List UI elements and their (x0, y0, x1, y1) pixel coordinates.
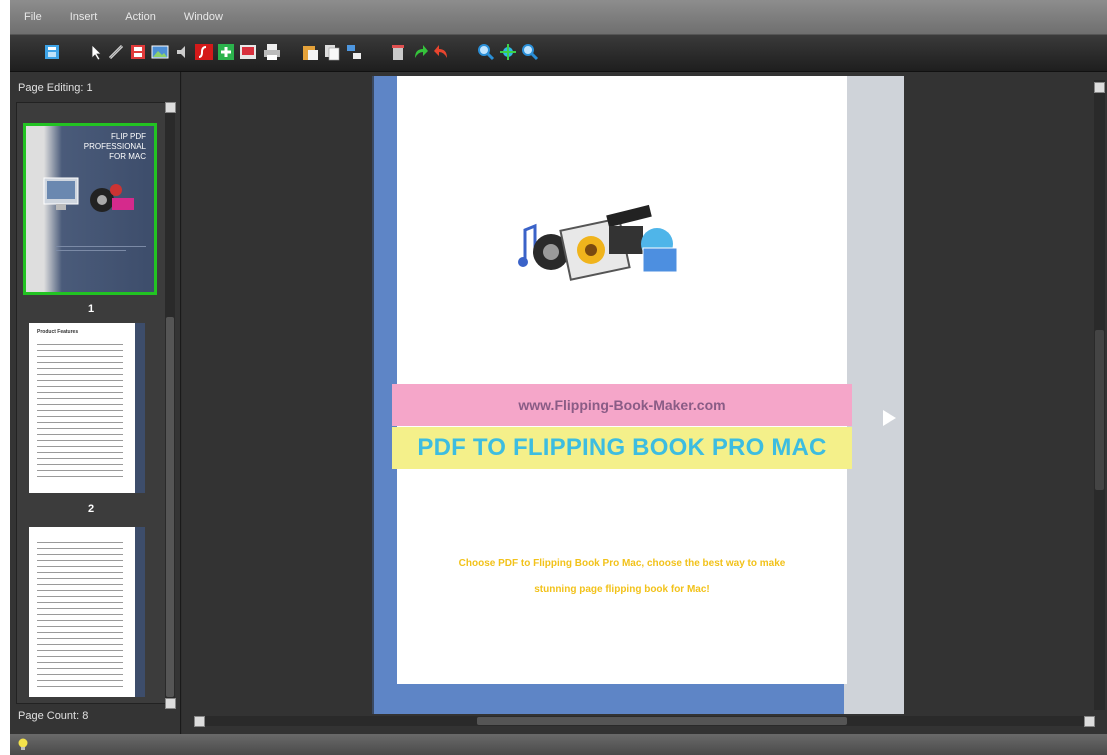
thumbnail-scroll-up-button[interactable] (165, 102, 176, 113)
trash-icon[interactable] (388, 42, 408, 62)
copy-icon[interactable] (322, 42, 342, 62)
pointer-icon[interactable] (86, 42, 106, 62)
toolbar (10, 34, 1107, 72)
arrange-icon[interactable] (344, 42, 364, 62)
tagline-line-2: stunning page flipping book for Mac! (534, 584, 710, 595)
flash-icon[interactable] (194, 42, 214, 62)
redo-icon[interactable] (410, 42, 430, 62)
menu-action[interactable]: Action (111, 11, 170, 23)
page-editing-label: Page Editing: 1 (18, 82, 93, 94)
slideshow-icon[interactable] (238, 42, 258, 62)
menubar: File Insert Action Window (10, 0, 1107, 34)
thumbnail-scrollbar-thumb[interactable] (166, 317, 174, 697)
film-strip-icon[interactable] (128, 42, 148, 62)
canvas-horizontal-scrollbar[interactable] (197, 716, 1087, 726)
thumbnail-page-3[interactable] (29, 527, 145, 697)
canvas-vertical-scrollbar[interactable] (1094, 80, 1105, 710)
thumb1-title-line2: PROFESSIONAL (83, 142, 146, 151)
canvas-horizontal-scrollbar-thumb[interactable] (477, 717, 847, 725)
canvas-scroll-left-button[interactable] (194, 716, 205, 727)
thumbnail-page-2[interactable]: Product Features (29, 323, 145, 493)
thumb3-text-lines (37, 537, 123, 687)
thumb1-title-line1: FLIP PDF (111, 132, 146, 141)
page-thumbnail-panel: Page Editing: 1 FLIP PDF PROFESSIONAL FO… (10, 72, 181, 734)
fit-icon[interactable] (498, 42, 518, 62)
thumbnail-scrollbar[interactable] (165, 102, 175, 702)
menu-window[interactable]: Window (170, 11, 237, 23)
menu-file[interactable]: File (10, 11, 56, 23)
book-preview-canvas: www.Flipping-Book-Maker.com PDF TO FLIPP… (182, 72, 1107, 734)
application-window: File Insert Action Window Page Editing: … (10, 0, 1107, 755)
multimedia-graphic (518, 204, 678, 281)
thumb2-heading: Product Features (37, 329, 79, 335)
website-url-banner: www.Flipping-Book-Maker.com (392, 384, 852, 426)
canvas-scroll-right-button[interactable] (1084, 716, 1095, 727)
thumbnail-strip: FLIP PDF PROFESSIONAL FOR MAC 1 Product … (16, 102, 166, 704)
book-right-margin (844, 76, 904, 714)
book-title-banner: PDF TO FLIPPING BOOK PRO MAC (392, 427, 852, 469)
book-bottom-edge (374, 684, 844, 714)
page-count-label: Page Count: 8 (18, 710, 89, 722)
zoom-in-icon[interactable] (476, 42, 496, 62)
image-icon[interactable] (150, 42, 170, 62)
status-bar (10, 734, 1107, 755)
thumbnail-number-1: 1 (87, 303, 95, 315)
thumbnail-page-1[interactable]: FLIP PDF PROFESSIONAL FOR MAC (23, 123, 157, 295)
paste-icon[interactable] (300, 42, 320, 62)
link-icon[interactable] (106, 42, 126, 62)
add-page-icon[interactable] (216, 42, 236, 62)
book-icon[interactable] (42, 42, 62, 62)
tagline-line-1: Choose PDF to Flipping Book Pro Mac, cho… (458, 558, 786, 569)
thumbnail-scroll-down-button[interactable] (165, 698, 176, 709)
speaker-icon[interactable] (172, 42, 192, 62)
canvas-vertical-scrollbar-thumb[interactable] (1095, 330, 1104, 490)
thumb1-artwork (43, 177, 134, 212)
next-page-arrow-icon[interactable] (879, 408, 899, 428)
menu-insert[interactable]: Insert (56, 11, 112, 23)
thumbnail-number-2: 2 (87, 503, 95, 515)
lightbulb-icon (18, 738, 28, 750)
undo-icon[interactable] (432, 42, 452, 62)
canvas-scroll-up-button[interactable] (1094, 82, 1105, 93)
thumb2-text-lines (37, 339, 123, 479)
print-icon[interactable] (262, 42, 282, 62)
thumb1-title-line3: FOR MAC (109, 152, 146, 161)
zoom-out-icon[interactable] (520, 42, 540, 62)
